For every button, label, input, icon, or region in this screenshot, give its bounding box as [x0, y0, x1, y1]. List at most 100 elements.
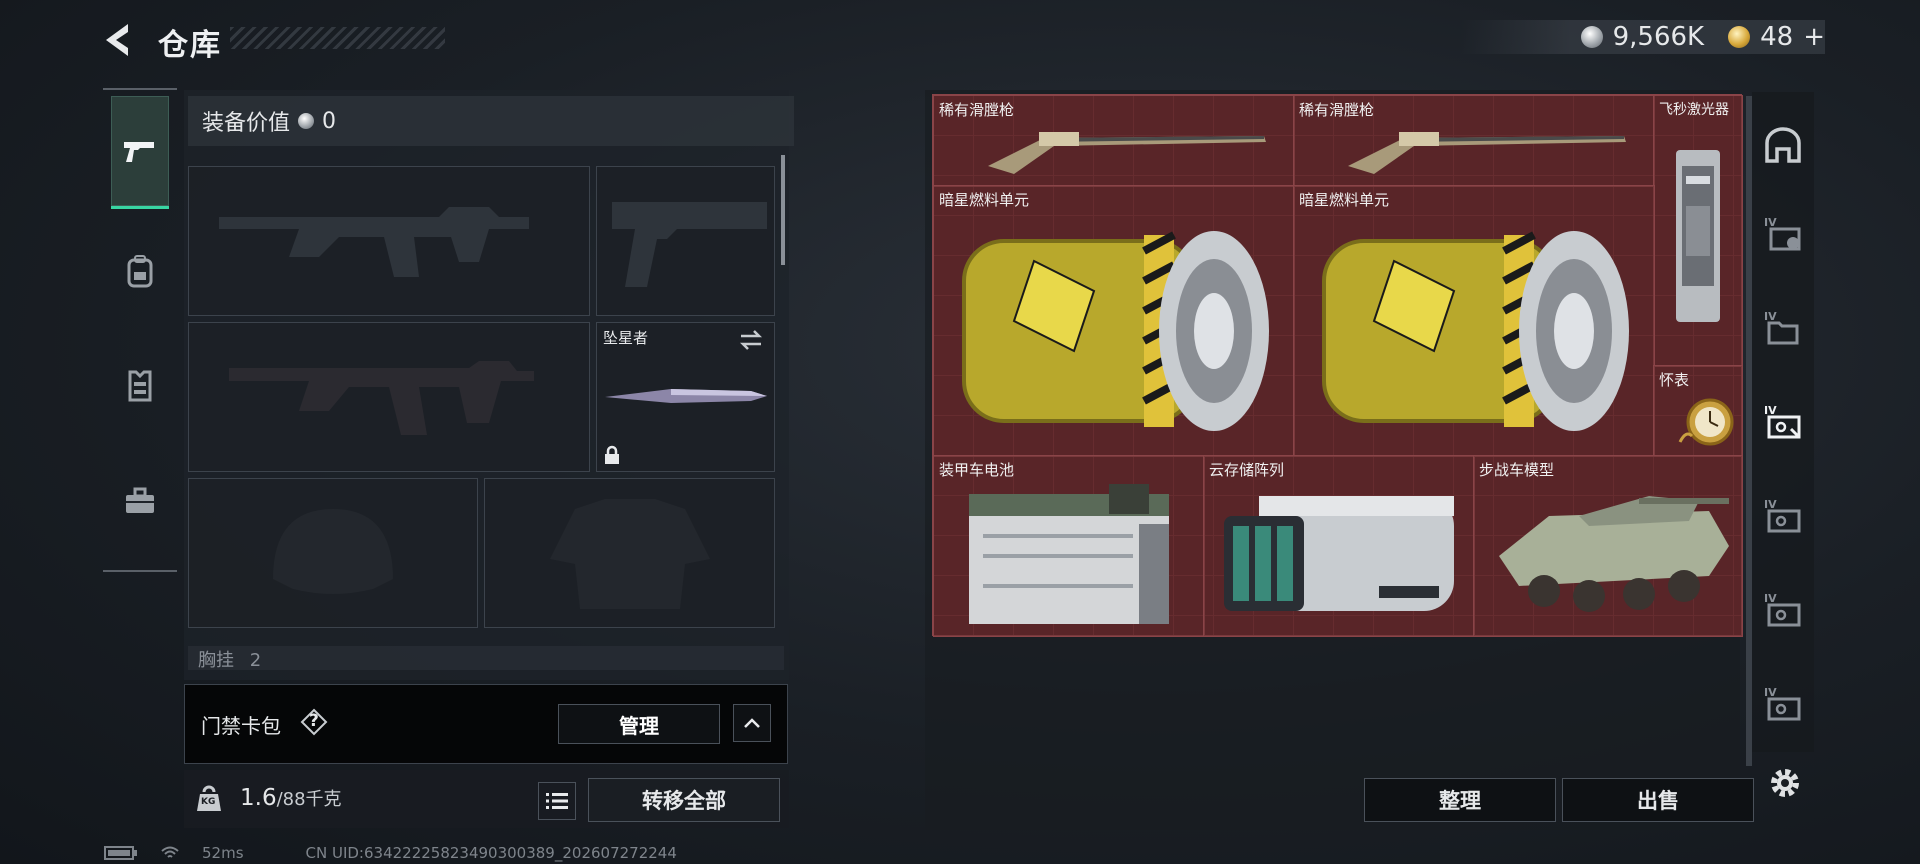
helmet-slot[interactable] [188, 478, 478, 628]
gold-coin-icon [1728, 26, 1751, 48]
swap-icon[interactable] [737, 328, 765, 352]
kg-label: KG [201, 797, 216, 807]
equipment-value-label: 装备价值 [202, 111, 291, 136]
tab-storage-page[interactable]: IV [1760, 306, 1806, 352]
armor-silhouette-icon [550, 499, 710, 609]
weight-max: /88千克 [276, 789, 342, 810]
gear-icon [1771, 769, 1799, 797]
rifle-silhouette-icon [219, 207, 529, 277]
pistol-slot[interactable] [596, 166, 775, 316]
backpack-icon [127, 255, 153, 288]
item-label: 稀有滑膛枪 [1299, 101, 1375, 119]
item-label: 暗星燃料单元 [939, 191, 1030, 209]
musket-icon [988, 132, 1266, 174]
manage-button[interactable]: 管理 [558, 704, 720, 744]
tab-level-label: IV [1764, 592, 1777, 605]
storage-item[interactable]: 稀有滑膛枪 [933, 95, 1295, 187]
melee-slot-label: 坠星者 [603, 329, 649, 347]
chest-rig-row[interactable]: 胸挂 2 [188, 646, 784, 670]
item-label: 飞秒激光器 [1659, 102, 1729, 118]
tab-storage-page[interactable]: IV [1760, 682, 1806, 728]
melee-slot[interactable]: 坠星者 [596, 322, 775, 472]
equipment-scrollbar[interactable] [781, 155, 785, 265]
storage-item[interactable]: 云存储阵列 [1203, 455, 1475, 637]
storage-item[interactable]: 装甲车电池 [933, 455, 1205, 637]
list-view-button[interactable] [538, 782, 576, 820]
storage-item[interactable]: 步战车模型 [1473, 455, 1743, 637]
sort-button[interactable]: 整理 [1364, 778, 1556, 822]
tab-storage-page[interactable]: IV [1760, 494, 1806, 540]
pistol-icon [124, 142, 154, 162]
equipment-value-header: 装备价值 0 [188, 96, 794, 146]
chest-rig-count: 2 [249, 650, 262, 670]
user-uid: CN UID:63422225823490300389_202607272244 [305, 844, 677, 862]
storage-item[interactable]: 稀有滑膛枪 [1293, 95, 1655, 187]
silver-coin-icon [1580, 26, 1603, 48]
battery-icon [969, 484, 1169, 624]
list-icon [546, 793, 568, 809]
battery-status-icon [104, 846, 137, 860]
tab-armor[interactable] [111, 330, 169, 440]
title-decoration [230, 27, 445, 49]
armor-slot[interactable] [484, 478, 775, 628]
storage-page-tabs: IV IV IV IV IV IV [1752, 92, 1814, 752]
ping-readout: 52ms [202, 844, 244, 862]
secondary-weapon-slot[interactable] [188, 322, 590, 472]
tab-storage-page[interactable]: IV [1760, 212, 1806, 258]
transfer-all-button[interactable]: 转移全部 [588, 778, 780, 822]
tab-backpack[interactable] [111, 216, 169, 326]
equipment-value-amount: 0 [322, 108, 337, 134]
collapse-button[interactable] [733, 704, 771, 742]
tab-storage-page[interactable]: IV [1760, 588, 1806, 634]
storage-item[interactable]: 飞秒激光器 [1653, 95, 1743, 367]
tab-level-label: IV [1764, 310, 1777, 323]
help-icon-glyph: ? [309, 711, 319, 731]
currency-bar: 9,566K 48 + [1460, 20, 1825, 54]
tab-level-label: IV [1764, 404, 1777, 417]
server-array-icon [1224, 496, 1454, 611]
weight-current: 1.6 [240, 785, 277, 811]
vest-icon [128, 370, 152, 402]
primary-weapon-slot[interactable] [188, 166, 590, 316]
warehouse-icon [1765, 127, 1801, 163]
knife-icon [605, 389, 767, 403]
tab-level-label: IV [1764, 216, 1777, 229]
item-label: 怀表 [1659, 371, 1690, 389]
keycard-label: 门禁卡包 [201, 714, 281, 738]
weight-readout: 1.6/88千克 [240, 785, 342, 811]
laser-device-icon [1676, 150, 1720, 322]
storage-item[interactable]: 暗星燃料单元 [933, 185, 1295, 457]
rifle-silhouette-icon [229, 361, 534, 435]
tab-level-label: IV [1764, 686, 1777, 699]
storage-item[interactable]: 怀表 [1653, 365, 1743, 457]
ifv-model-icon [1499, 496, 1729, 612]
chevron-up-icon [744, 718, 760, 728]
storage-item[interactable]: 暗星燃料单元 [1293, 185, 1655, 457]
settings-button[interactable] [1766, 764, 1804, 802]
tab-storage-page-active[interactable]: IV [1760, 400, 1806, 446]
tab-tools[interactable] [111, 446, 169, 556]
help-button[interactable]: ? [300, 708, 328, 736]
equipment-category-tabs [103, 88, 177, 572]
tab-level-label: IV [1764, 498, 1777, 511]
pocket-watch-icon [1678, 398, 1734, 446]
page-title: 仓库 [158, 28, 222, 63]
pistol-silhouette-icon [612, 202, 767, 287]
wifi-icon [161, 846, 179, 858]
fuel-cell-icon [962, 231, 1269, 431]
item-label: 暗星燃料单元 [1299, 191, 1390, 209]
silver-amount: 9,566K [1612, 22, 1705, 52]
back-arrow-icon [106, 24, 128, 56]
weight-icon: KG [196, 784, 222, 812]
fuel-cell-icon [1322, 231, 1629, 431]
item-label: 云存储阵列 [1209, 461, 1285, 479]
tab-storage-home[interactable] [1760, 122, 1806, 168]
back-button[interactable] [100, 20, 140, 60]
chest-rig-label: 胸挂 [198, 650, 234, 670]
tab-weapons[interactable] [111, 96, 169, 209]
status-bar: 52ms CN UID:63422225823490300389_2026072… [104, 844, 677, 862]
silver-coin-icon [298, 113, 315, 129]
sell-button[interactable]: 出售 [1562, 778, 1754, 822]
storage-grid: 稀有滑膛枪 稀有滑膛枪 飞秒激光器 暗星燃料单元 暗星燃料单元 怀表 装甲车电池… [932, 94, 1743, 637]
gold-plus-button[interactable]: + [1803, 22, 1825, 52]
